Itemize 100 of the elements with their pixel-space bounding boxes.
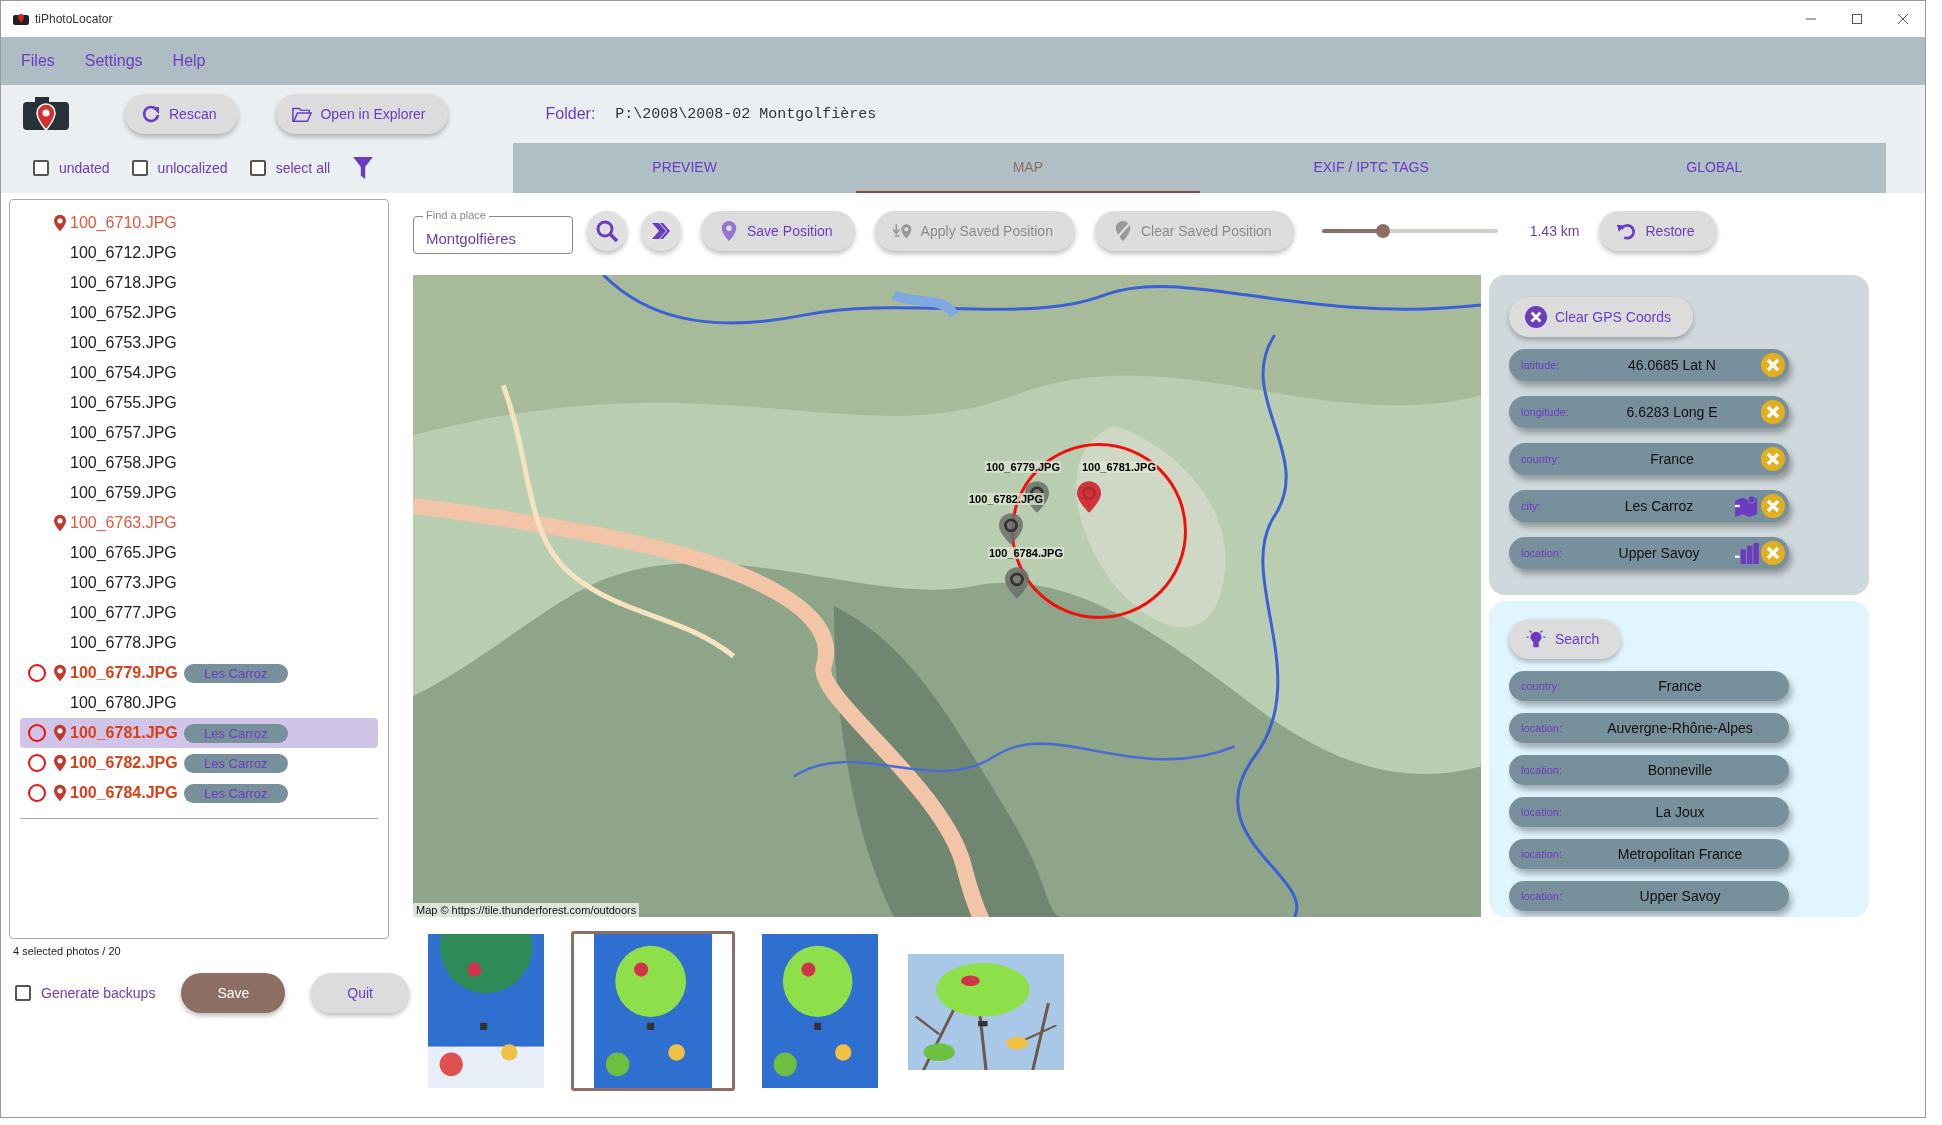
file-name: 100_6757.JPG	[70, 424, 178, 442]
gps-field: location: Upper Savoy	[1509, 537, 1789, 569]
gps-field: latitude: 46.0685 Lat N	[1509, 349, 1789, 381]
tab[interactable]: PREVIEW	[513, 143, 857, 193]
suggestion-item[interactable]: location: Auvergne-Rhône-Alpes	[1509, 713, 1789, 743]
map-marker-icon[interactable]	[1005, 567, 1029, 599]
file-row[interactable]: 100_6780.JPG	[20, 688, 378, 718]
refresh-icon	[141, 104, 161, 124]
suggestion-item[interactable]: location: Bonneville	[1509, 755, 1789, 785]
folder-label: Folder:	[545, 105, 596, 123]
file-name: 100_6765.JPG	[70, 544, 178, 562]
file-row[interactable]: 100_6710.JPG	[20, 208, 378, 238]
action-button[interactable]: Quit	[311, 973, 409, 1013]
menu-item[interactable]: Help	[172, 52, 206, 70]
city-tag: Les Carroz	[184, 723, 288, 743]
file-row[interactable]: 100_6753.JPG	[20, 328, 378, 358]
map-marker-icon[interactable]	[999, 513, 1023, 545]
undo-icon	[1617, 221, 1638, 241]
tab[interactable]: EXIF / IPTC TAGS	[1199, 143, 1543, 193]
gps-field: city: Les Carroz	[1509, 490, 1789, 522]
zoom-reading: 1.43 km	[1529, 223, 1580, 239]
file-name: 100_6718.JPG	[70, 274, 178, 292]
action-button[interactable]: Save	[181, 973, 286, 1013]
search-button[interactable]	[587, 211, 627, 251]
file-row[interactable]: 100_6765.JPG	[20, 538, 378, 568]
file-name: 100_6782.JPG	[70, 754, 178, 772]
gps-field: country: France	[1509, 443, 1789, 475]
forward-button[interactable]	[641, 211, 681, 251]
map-pin-icon	[719, 221, 739, 241]
toolbar-button[interactable]: Rescan	[125, 94, 239, 134]
suggestion-search-button[interactable]: Search	[1509, 619, 1622, 659]
toolbar-button[interactable]: Open in Explorer	[276, 94, 448, 134]
suggestion-item[interactable]: location: Upper Savoy	[1509, 881, 1789, 911]
map-marker-icon[interactable]	[1077, 481, 1101, 513]
clear-field-icon[interactable]	[1761, 494, 1785, 518]
file-row[interactable]: 100_6718.JPG	[20, 268, 378, 298]
status-text: 4 selected photos / 20	[13, 945, 122, 957]
file-row[interactable]: 100_6758.JPG	[20, 448, 378, 478]
marker-label: 100_6782.JPG	[968, 493, 1044, 505]
menu-item[interactable]: Files	[21, 52, 55, 70]
position-button[interactable]: Save Position	[701, 211, 855, 251]
close-icon[interactable]	[1897, 13, 1909, 25]
file-row[interactable]: 100_6779.JPG Les Carroz	[20, 658, 378, 688]
marker-label: 100_6784.JPG	[988, 547, 1064, 559]
selected-thumbnail[interactable]	[571, 931, 735, 1091]
close-circle-icon	[1525, 306, 1547, 328]
file-name: 100_6758.JPG	[70, 454, 178, 472]
gps-field: longitude: 6.6283 Long E	[1509, 396, 1789, 428]
clear-field-icon[interactable]	[1761, 447, 1785, 471]
city-tag: Les Carroz	[184, 753, 288, 773]
camera-pin-icon	[21, 94, 71, 134]
file-name: 100_6755.JPG	[70, 394, 178, 412]
file-name: 100_6752.JPG	[70, 304, 178, 322]
file-name: 100_6710.JPG	[70, 214, 178, 232]
file-name: 100_6784.JPG	[70, 784, 178, 802]
file-row[interactable]: 100_6755.JPG	[20, 388, 378, 418]
suggestion-item[interactable]: country: France	[1509, 671, 1789, 701]
filter-icon[interactable]	[352, 156, 375, 180]
maximize-icon[interactable]	[1851, 13, 1863, 25]
restore-button[interactable]: Restore	[1599, 211, 1717, 251]
file-name: 100_6759.JPG	[70, 484, 178, 502]
file-row[interactable]: 100_6752.JPG	[20, 298, 378, 328]
file-row[interactable]: 100_6773.JPG	[20, 568, 378, 598]
file-row[interactable]: 100_6784.JPG Les Carroz	[20, 778, 378, 808]
file-row[interactable]: 100_6754.JPG	[20, 358, 378, 388]
suggestion-item[interactable]: location: La Joux	[1509, 797, 1789, 827]
clear-field-icon[interactable]	[1761, 541, 1785, 565]
folder-path: P:\2008\2008-02 Montgolfières	[615, 105, 877, 123]
clear-field-icon[interactable]	[1761, 353, 1785, 377]
file-row[interactable]: 100_6759.JPG	[20, 478, 378, 508]
suggestion-item[interactable]: location: Metropolitan France	[1509, 839, 1789, 869]
file-row[interactable]: 100_6763.JPG	[20, 508, 378, 538]
file-row[interactable]: 100_6778.JPG	[20, 628, 378, 658]
file-name: 100_6753.JPG	[70, 334, 178, 352]
backups-checkbox[interactable]: Generate backups	[15, 985, 156, 1001]
window-title: tiPhotoLocator	[35, 12, 113, 26]
marker-label: 100_6779.JPG	[985, 461, 1061, 473]
filter-checkbox[interactable]: undated	[33, 160, 110, 176]
download-pin-icon	[892, 221, 913, 241]
menu-item[interactable]: Settings	[84, 52, 143, 70]
map-attribution: Map © https://tile.thunderforest.com/outdoors	[413, 903, 640, 917]
buildings-icon[interactable]	[1735, 542, 1759, 564]
file-name: 100_6712.JPG	[70, 244, 178, 262]
file-row[interactable]: 100_6757.JPG	[20, 418, 378, 448]
file-name: 100_6781.JPG	[70, 724, 178, 742]
file-row[interactable]: 100_6777.JPG	[20, 598, 378, 628]
lightbulb-icon	[1525, 628, 1547, 650]
marker-label: 100_6781.JPG	[1081, 461, 1157, 473]
clear-field-icon[interactable]	[1761, 400, 1785, 424]
tab[interactable]: GLOBAL	[1542, 143, 1886, 193]
filter-checkbox[interactable]: unlocalized	[131, 160, 228, 176]
zoom-slider[interactable]	[1321, 224, 1498, 238]
file-row[interactable]: 100_6712.JPG	[20, 238, 378, 268]
file-name: 100_6780.JPG	[70, 694, 178, 712]
search-icon	[595, 219, 619, 243]
city-tag: Les Carroz	[184, 783, 288, 803]
filter-checkbox[interactable]: select all	[249, 160, 331, 176]
app-logo-icon	[13, 12, 29, 26]
clear-gps-button[interactable]: Clear GPS Coords	[1509, 297, 1693, 337]
file-row[interactable]: 100_6782.JPG Les Carroz	[20, 748, 378, 778]
